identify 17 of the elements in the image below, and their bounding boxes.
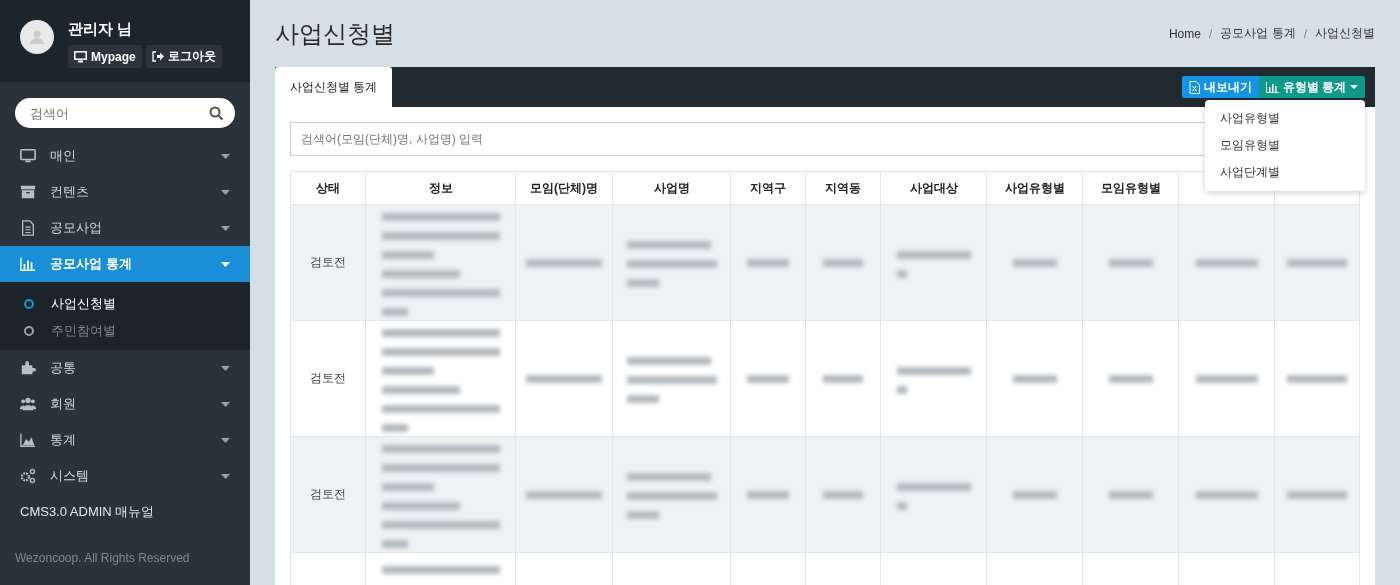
column-header: 지역동: [805, 171, 881, 205]
status-text: 검토전: [310, 487, 346, 501]
column-header: 정보: [365, 171, 516, 205]
footer-text: Wezoncoop. All Rights Reserved: [14, 550, 191, 567]
breadcrumb-separator: /: [1303, 26, 1307, 41]
column-header: 사업유형별: [986, 171, 1083, 205]
status-text: 검토전: [310, 371, 346, 385]
breadcrumb-separator: /: [1208, 26, 1213, 41]
column-header: 사업명: [612, 171, 731, 205]
column-header: 사업대상: [880, 171, 987, 205]
column-header: 지역구: [730, 171, 806, 205]
column-header: 상태: [290, 171, 366, 205]
user-name: 관리자 님: [68, 20, 134, 39]
status-text: 검토전: [310, 255, 346, 269]
column-header: 모임유형별: [1082, 171, 1179, 205]
page-title: 사업신청별: [275, 18, 395, 49]
column-header: 모임(단체)명: [515, 171, 613, 205]
